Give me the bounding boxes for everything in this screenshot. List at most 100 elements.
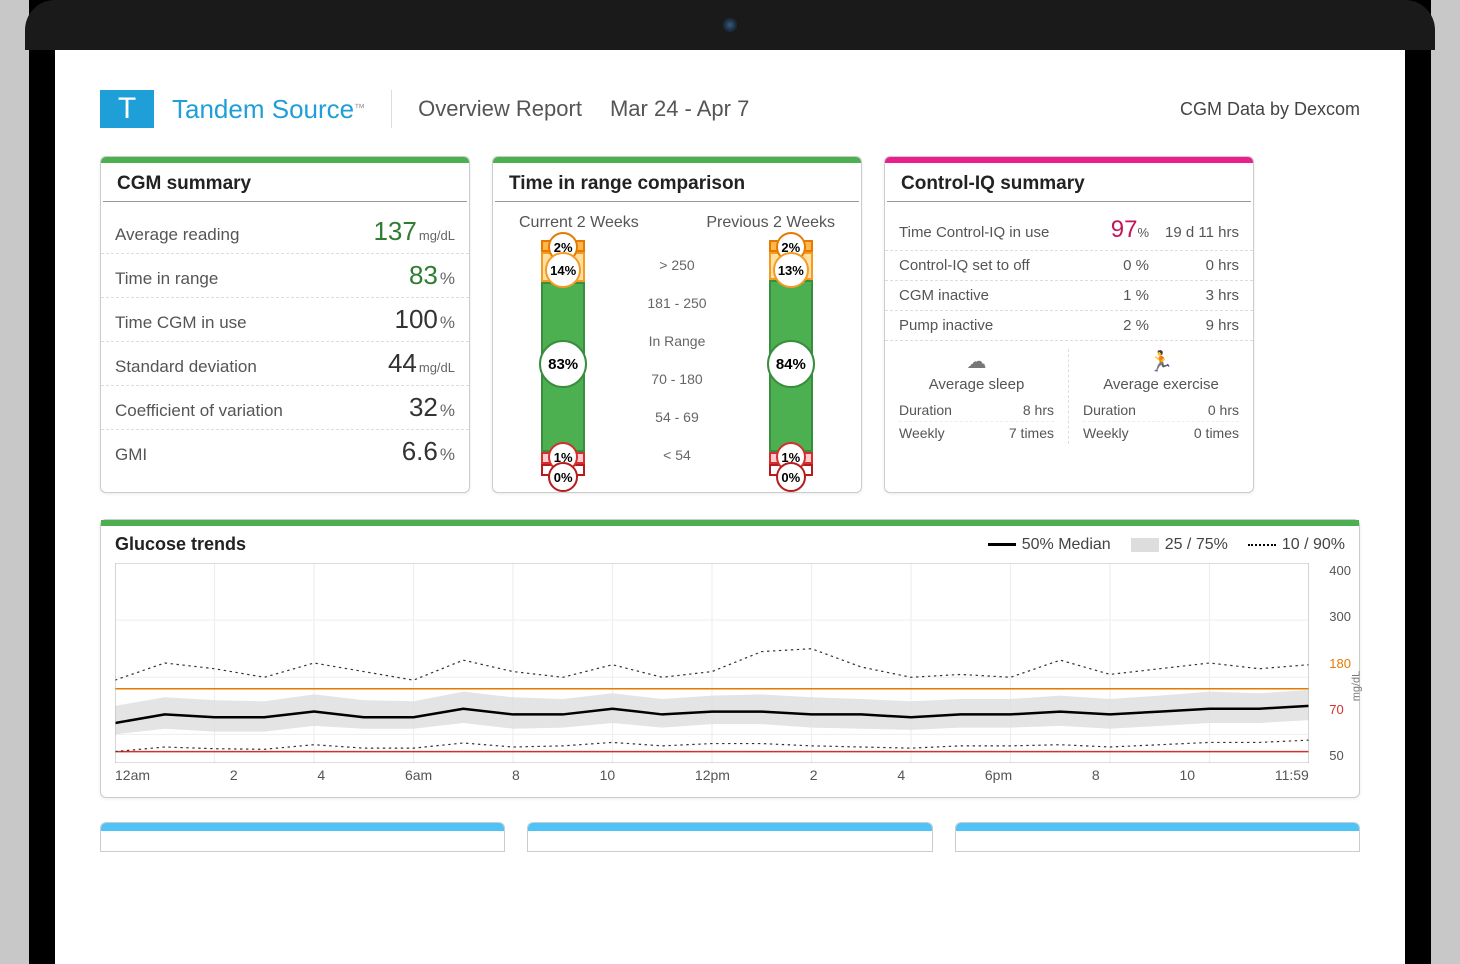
x-tick: 6am — [405, 767, 432, 783]
y-axis: 400 300 180 70 50 — [1329, 563, 1351, 763]
metric-unit: % — [440, 401, 455, 420]
card-accent-bar — [528, 823, 931, 831]
ciq-label: CGM inactive — [899, 287, 989, 304]
ciq-pct: 0 % — [1103, 257, 1149, 274]
trends-legend: 50% Median 25 / 75% 10 / 90% — [988, 536, 1345, 554]
brand-logo-icon: T — [100, 90, 154, 128]
x-tick: 12pm — [695, 767, 730, 783]
y-tick-70: 70 — [1329, 702, 1351, 717]
legend-label: 50% Median — [1022, 536, 1111, 554]
sleep-icon: ☁ — [899, 349, 1054, 374]
control-iq-card: Control-IQ summary Time Control-IQ in us… — [884, 156, 1254, 493]
ciq-time-in-use: Time Control-IQ in use 97% 19 d 11 hrs — [885, 210, 1253, 251]
cgm-summary-title: CGM summary — [103, 163, 467, 202]
metric-unit: mg/dL — [419, 360, 455, 375]
tir-previous-label: Previous 2 Weeks — [706, 214, 835, 232]
y-tick: 50 — [1329, 748, 1351, 763]
act-value: 8 hrs — [1023, 402, 1054, 418]
metric-value: 137 — [373, 216, 416, 246]
ciq-time: 9 hrs — [1149, 317, 1239, 334]
act-label: Weekly — [899, 425, 945, 441]
x-tick: 4 — [317, 767, 325, 783]
metric-value: 44 — [388, 348, 417, 378]
cgm-metrics-list: Average reading 137mg/dL Time in range 8… — [101, 210, 469, 473]
trends-chart: 400 300 180 70 50 mg/dL 12am246am81012pm… — [101, 563, 1359, 797]
ciq-label: Pump inactive — [899, 317, 993, 334]
x-tick: 12am — [115, 767, 150, 783]
legend-median: 50% Median — [988, 536, 1111, 554]
sleep-weekly: Weekly 7 times — [899, 422, 1054, 444]
trends-svg — [115, 563, 1309, 763]
y-tick: 400 — [1329, 563, 1351, 578]
tir-range-labels: > 250 181 - 250 In Range 70 - 180 54 - 6… — [647, 257, 706, 463]
report-title: Overview Report — [418, 96, 582, 122]
trends-title: Glucose trends — [115, 534, 246, 555]
card-accent-bar — [956, 823, 1359, 831]
card-accent-bar — [101, 823, 504, 831]
tir-current-label: Current 2 Weeks — [519, 214, 639, 232]
x-tick: 10 — [600, 767, 616, 783]
metric-label: Time CGM in use — [115, 313, 247, 333]
metric-unit: % — [440, 445, 455, 464]
act-label: Duration — [899, 402, 952, 418]
metric-unit: mg/dL — [419, 228, 455, 243]
x-tick: 8 — [1092, 767, 1100, 783]
ciq-label: Control-IQ set to off — [899, 257, 1030, 274]
ciq-time: 3 hrs — [1149, 287, 1239, 304]
label-low: 54 - 69 — [647, 409, 706, 425]
legend-p1090: 10 / 90% — [1248, 536, 1345, 554]
tir-title: Time in range comparison — [495, 163, 859, 202]
y-tick-180: 180 — [1329, 656, 1351, 671]
metric-value: 6.6 — [402, 436, 438, 466]
bottom-cards-row — [100, 822, 1360, 852]
x-tick: 8 — [512, 767, 520, 783]
metric-value: 83 — [409, 260, 438, 290]
device-bezel — [25, 0, 1435, 50]
label-vlow: < 54 — [647, 447, 706, 463]
legend-iqr: 25 / 75% — [1131, 536, 1228, 554]
exercise-column: 🏃 Average exercise Duration 0 hrs Weekly… — [1069, 349, 1253, 444]
ciq-pct: 97 — [1111, 216, 1138, 244]
metric-label: Coefficient of variation — [115, 401, 283, 421]
metric-time-in-range: Time in range 83% — [101, 254, 469, 298]
bottom-card — [100, 822, 505, 852]
tir-chart-layout: 2% 14% 83% 1% 0% > 250 181 - 250 In Rang… — [501, 240, 853, 480]
metric-label: Average reading — [115, 225, 239, 245]
label-high: 181 - 250 — [647, 295, 706, 311]
exercise-weekly: Weekly 0 times — [1083, 422, 1239, 444]
tir-current-bar: 2% 14% 83% 1% 0% — [523, 240, 603, 480]
x-axis: 12am246am81012pm246pm81011:59 — [115, 763, 1309, 793]
exercise-icon: 🏃 — [1083, 349, 1239, 374]
tir-previous-bar: 2% 13% 84% 1% 0% — [751, 240, 831, 480]
data-source-label: CGM Data by Dexcom — [1180, 99, 1360, 120]
x-tick: 10 — [1179, 767, 1195, 783]
trends-header: Glucose trends 50% Median 25 / 75% 10 / … — [101, 526, 1359, 563]
metric-unit: % — [440, 269, 455, 288]
ciq-title: Control-IQ summary — [887, 163, 1251, 202]
x-tick: 6pm — [985, 767, 1012, 783]
tir-comparison-card: Time in range comparison Current 2 Weeks… — [492, 156, 862, 493]
legend-label: 25 / 75% — [1165, 536, 1228, 554]
y-axis-unit: mg/dL — [1351, 671, 1363, 702]
dotted-icon — [1248, 544, 1276, 546]
screen-content: T Tandem Source™ Overview Report Mar 24 … — [55, 50, 1405, 964]
metric-value: 100 — [394, 304, 437, 334]
ciq-cgm-inactive: CGM inactive 1 % 3 hrs — [885, 281, 1253, 311]
sleep-column: ☁ Average sleep Duration 8 hrs Weekly 7 … — [885, 349, 1069, 444]
ciq-set-off: Control-IQ set to off 0 % 0 hrs — [885, 251, 1253, 281]
ciq-activity-section: ☁ Average sleep Duration 8 hrs Weekly 7 … — [885, 341, 1253, 448]
tir-body: Current 2 Weeks Previous 2 Weeks 2% — [493, 210, 861, 492]
metric-average-reading: Average reading 137mg/dL — [101, 210, 469, 254]
act-value: 7 times — [1009, 425, 1054, 441]
exercise-header: Average exercise — [1083, 376, 1239, 393]
area-icon — [1131, 538, 1159, 552]
date-range: Mar 24 - Apr 7 — [610, 96, 749, 122]
act-label: Duration — [1083, 402, 1136, 418]
sleep-header: Average sleep — [899, 376, 1054, 393]
ciq-label: Time Control-IQ in use — [899, 224, 1049, 241]
label-in-title: In Range — [647, 333, 706, 349]
ciq-pump-inactive: Pump inactive 2 % 9 hrs — [885, 311, 1253, 341]
exercise-duration: Duration 0 hrs — [1083, 399, 1239, 422]
bubble-high: 14% — [545, 252, 581, 288]
act-value: 0 times — [1194, 425, 1239, 441]
